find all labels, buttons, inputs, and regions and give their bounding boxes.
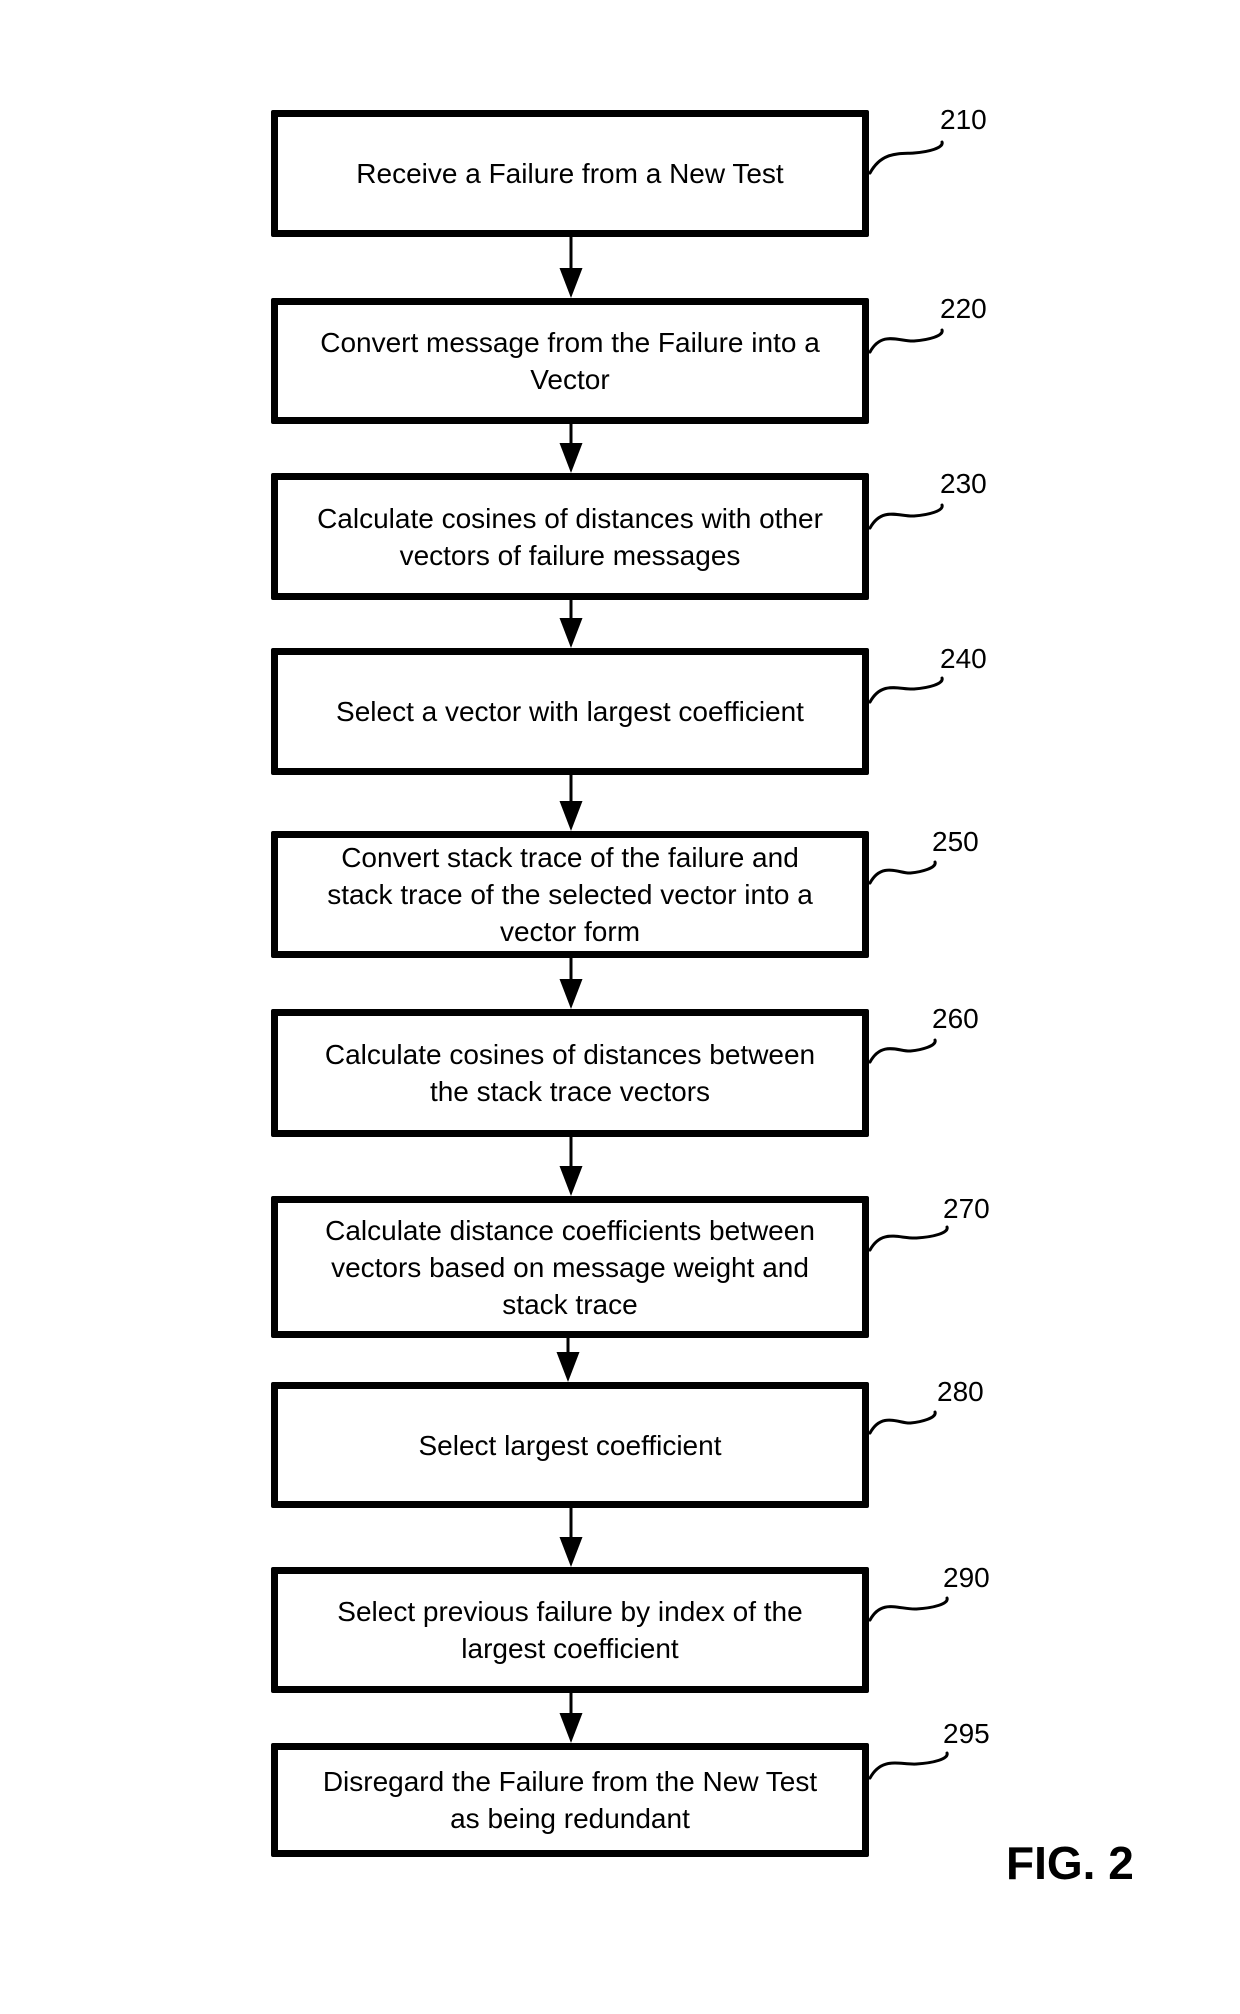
- leader-line-290: [868, 1596, 949, 1622]
- step-box-270: Calculate distance coefficients between …: [271, 1196, 869, 1338]
- step-text: Calculate cosines of distances between t…: [324, 1039, 816, 1107]
- step-box-220: Convert message from the Failure into a …: [271, 298, 869, 424]
- arrow-260-to-270: [559, 1137, 583, 1196]
- leader-line-280: [868, 1410, 937, 1435]
- reference-numeral-250: 250: [932, 826, 979, 857]
- arrow-head-icon: [559, 618, 583, 648]
- step-text: Calculate distance coefficients between …: [325, 1214, 815, 1320]
- arrow-240-to-250: [559, 775, 583, 831]
- step-text: Select largest coefficient: [418, 1429, 722, 1461]
- reference-numeral-210: 210: [940, 104, 987, 135]
- step-text: Calculate cosines of distances with othe…: [317, 502, 823, 571]
- step-text: Convert stack trace of the failure and s…: [327, 842, 813, 947]
- leader-line-295: [868, 1751, 949, 1780]
- reference-numeral-270: 270: [943, 1193, 990, 1224]
- step-text: Disregard the Failure from the New Test …: [322, 1766, 818, 1834]
- step-box-260: Calculate cosines of distances between t…: [271, 1009, 869, 1137]
- step-text: Convert message from the Failure into a …: [320, 327, 820, 395]
- arrow-head-icon: [559, 443, 583, 473]
- leader-line-230: [868, 503, 944, 530]
- step-box-240: Select a vector with largest coefficient: [271, 648, 869, 775]
- arrow-290-to-295: [559, 1693, 583, 1743]
- arrow-head-icon: [559, 801, 583, 831]
- step-text: Select a vector with largest coefficient: [336, 696, 804, 727]
- figure-label: FIG. 2: [1006, 1837, 1134, 1889]
- leader-line-250: [868, 860, 937, 885]
- reference-numeral-230: 230: [940, 468, 987, 499]
- arrow-230-to-240: [559, 600, 583, 648]
- reference-numeral-280: 280: [937, 1376, 984, 1407]
- arrow-220-to-230: [559, 424, 583, 473]
- flowchart-canvas: Receive a Failure from a New Test 210 Conv…: [0, 0, 1240, 2014]
- leader-line-210: [868, 140, 944, 175]
- arrow-250-to-260: [559, 958, 583, 1009]
- leader-line-220: [868, 328, 944, 354]
- step-text: Select previous failure by index of the …: [337, 1596, 803, 1664]
- arrow-head-icon: [559, 268, 583, 298]
- arrow-head-icon: [559, 1166, 583, 1196]
- step-box-290: Select previous failure by index of the …: [271, 1567, 869, 1693]
- reference-numeral-240: 240: [940, 643, 987, 674]
- step-box-210: Receive a Failure from a New Test: [271, 110, 869, 237]
- reference-numeral-290: 290: [943, 1562, 990, 1593]
- arrow-head-icon: [559, 979, 583, 1009]
- reference-numeral-260: 260: [932, 1003, 979, 1034]
- leader-line-240: [868, 676, 944, 704]
- reference-numeral-220: 220: [940, 293, 987, 324]
- arrow-280-to-290: [559, 1508, 583, 1567]
- step-box-280: Select largest coefficient: [271, 1382, 869, 1508]
- reference-numeral-295: 295: [943, 1718, 990, 1749]
- arrow-head-icon: [556, 1352, 580, 1382]
- leader-line-260: [868, 1038, 937, 1064]
- arrow-head-icon: [559, 1713, 583, 1743]
- arrow-head-icon: [559, 1537, 583, 1567]
- step-box-230: Calculate cosines of distances with othe…: [271, 473, 869, 600]
- arrow-210-to-220: [559, 237, 583, 298]
- step-box-295: Disregard the Failure from the New Test …: [271, 1743, 869, 1857]
- step-box-250: Convert stack trace of the failure and s…: [271, 831, 869, 958]
- leader-line-270: [868, 1225, 949, 1252]
- arrow-270-to-280: [556, 1338, 580, 1382]
- step-text: Receive a Failure from a New Test: [356, 158, 784, 189]
